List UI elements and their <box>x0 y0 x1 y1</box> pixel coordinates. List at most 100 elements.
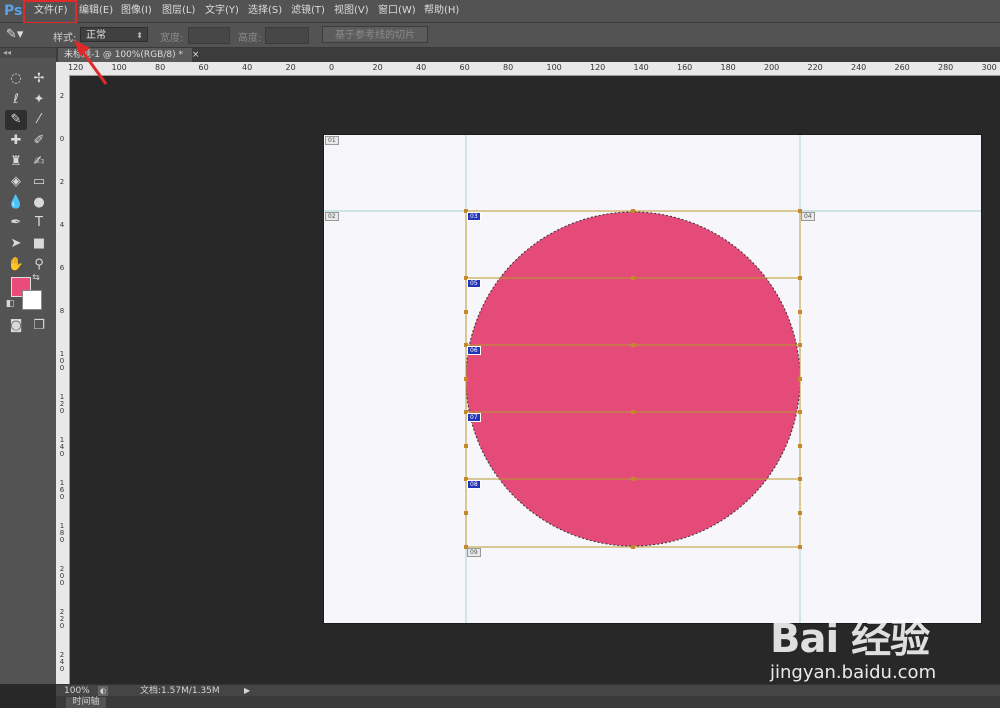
ruler-tick-label: 0 <box>329 63 335 72</box>
slice-label[interactable]: 06 <box>467 346 481 355</box>
slices-from-guides-button[interactable]: 基于参考线的切片 <box>322 26 428 43</box>
menu-layer[interactable]: 图层(L) <box>162 0 195 22</box>
width-field[interactable] <box>188 27 230 44</box>
canvas-artwork <box>324 135 981 623</box>
clone-stamp-icon[interactable]: ♜ <box>5 152 27 172</box>
menu-select[interactable]: 选择(S) <box>248 0 282 22</box>
ruler-tick-label: 160 <box>677 63 693 72</box>
ruler-tick-label: 180 <box>720 63 736 72</box>
menu-help[interactable]: 帮助(H) <box>424 0 459 22</box>
eraser-icon[interactable]: ◈ <box>5 172 27 192</box>
healing-brush-icon[interactable]: ✚ <box>5 131 27 151</box>
menu-image[interactable]: 图像(I) <box>121 0 152 22</box>
magic-wand-icon[interactable]: ✦ <box>28 90 50 110</box>
collapse-panel-icon[interactable]: ◂◂ <box>0 48 56 58</box>
ruler-tick-label: 40 <box>416 63 427 72</box>
brush-icon[interactable]: ✐ <box>28 131 50 151</box>
share-icon[interactable]: ◐ <box>98 686 108 696</box>
slice-label[interactable]: 01 <box>325 136 339 145</box>
ruler-tick-label: 140 <box>633 63 649 72</box>
menu-view[interactable]: 视图(V) <box>334 0 369 22</box>
vertical-ruler[interactable]: 2 0 2 4 6 8 100 120 140 160 180 200 220 240 <box>56 75 70 684</box>
slice-label[interactable]: 07 <box>467 413 481 422</box>
menu-bar: Ps 文件(F) 编辑(E) 图像(I) 图层(L) 文字(Y) 选择(S) 滤… <box>0 0 1000 23</box>
rectangle-tool-icon[interactable]: ■ <box>28 234 50 254</box>
ruler-tick-label: 160 <box>59 479 65 501</box>
watermark-url: jingyan.baidu.com <box>770 662 937 683</box>
ruler-tick-label: 200 <box>59 565 65 587</box>
slice-label[interactable]: 05 <box>467 279 481 288</box>
height-label: 高度: <box>238 33 262 44</box>
annotation-highlight-box <box>23 0 77 24</box>
ruler-tick-label: 0 <box>59 135 65 143</box>
timeline-tab[interactable]: 时间轴 <box>66 697 106 708</box>
document-canvas[interactable]: 01 02 03 04 05 06 07 08 09 <box>324 135 981 623</box>
ruler-tick-label: 240 <box>59 651 65 673</box>
ruler-tick-label: 8 <box>59 307 65 315</box>
dodge-icon[interactable]: ● <box>28 193 50 213</box>
ruler-tick-label: 100 <box>59 350 65 372</box>
pink-circle[interactable] <box>465 211 801 547</box>
ruler-tick-label: 300 <box>981 63 997 72</box>
ruler-tick-label: 240 <box>851 63 867 72</box>
watermark-logo: Bai 经验 <box>770 616 930 662</box>
ruler-tick-label: 180 <box>59 522 65 544</box>
ruler-tick-label: 4 <box>59 221 65 229</box>
hand-tool-icon[interactable]: ✋ <box>5 255 27 275</box>
blur-icon[interactable]: 💧 <box>5 193 27 213</box>
menu-filter[interactable]: 滤镜(T) <box>291 0 325 22</box>
height-field[interactable] <box>265 27 309 44</box>
pen-icon[interactable]: ✒ <box>5 213 27 233</box>
ruler-tick-label: 100 <box>546 63 562 72</box>
ruler-tick-label: 140 <box>59 436 65 458</box>
baidu-jingyan-watermark: Bai 经验 jingyan.baidu.com <box>770 600 990 690</box>
annotation-arrow <box>74 40 108 85</box>
ruler-tick-label: 60 <box>459 63 470 72</box>
move-tool-icon[interactable]: ✢ <box>28 69 50 89</box>
options-bar: ✎▾ 样式: 正常 ⬍ 宽度: 高度: 基于参考线的切片 <box>0 23 1000 48</box>
screen-mode-icon[interactable]: ❐ <box>28 316 50 336</box>
default-colors-icon[interactable]: ◧ <box>4 298 16 310</box>
menu-type[interactable]: 文字(Y) <box>205 0 239 22</box>
ruler-tick-label: 80 <box>503 63 514 72</box>
background-color-swatch[interactable] <box>22 290 42 310</box>
ruler-tick-label: 60 <box>198 63 209 72</box>
eyedropper-icon[interactable]: ⁄ <box>28 110 50 130</box>
horizontal-ruler[interactable]: 120 100 80 60 40 20 0 20 40 60 80 100 120 140 160 180 20… <box>56 62 1000 76</box>
slice-tool-preset-icon[interactable]: ✎▾ <box>6 26 36 44</box>
gradient-icon[interactable]: ▭ <box>28 172 50 192</box>
ruler-tick-label: 120 <box>59 393 65 415</box>
slice-label[interactable]: 04 <box>801 212 815 221</box>
ruler-tick-label: 220 <box>807 63 823 72</box>
ruler-tick-label: 20 <box>372 63 383 72</box>
ruler-tick-label: 40 <box>242 63 253 72</box>
slice-label[interactable]: 09 <box>467 548 481 557</box>
ruler-tick-label: 2 <box>59 92 65 100</box>
width-label: 宽度: <box>160 33 184 44</box>
type-tool-icon[interactable]: T <box>28 213 50 233</box>
timeline-panel <box>56 696 1000 708</box>
ruler-tick-label: 20 <box>285 63 296 72</box>
ruler-tick-label: 80 <box>155 63 166 72</box>
lasso-icon[interactable]: ℓ <box>5 90 27 110</box>
ruler-tick-label: 220 <box>59 608 65 630</box>
quick-mask-icon[interactable]: ◙ <box>5 316 27 336</box>
photoshop-logo: Ps <box>4 3 23 19</box>
menu-edit[interactable]: 编辑(E) <box>79 0 113 22</box>
close-icon[interactable]: × <box>192 50 200 60</box>
ruler-tick-label: 2 <box>59 178 65 186</box>
path-selection-icon[interactable]: ➤ <box>5 234 27 254</box>
ruler-tick-label: 280 <box>938 63 954 72</box>
elliptical-marquee-icon[interactable]: ◌ <box>5 69 27 89</box>
slice-label[interactable]: 08 <box>467 480 481 489</box>
slice-tool-icon[interactable]: ✎ <box>5 110 27 130</box>
swap-colors-icon[interactable]: ⇆ <box>30 272 42 284</box>
slice-label[interactable]: 02 <box>325 212 339 221</box>
ruler-tick-label: 200 <box>764 63 780 72</box>
chevron-updown-icon: ⬍ <box>136 31 143 40</box>
menu-window[interactable]: 窗口(W) <box>378 0 416 22</box>
slice-label[interactable]: 03 <box>467 212 481 221</box>
ruler-tick-label: 260 <box>894 63 910 72</box>
history-brush-icon[interactable]: ✍ <box>28 152 50 172</box>
ruler-tick-label: 6 <box>59 264 65 272</box>
